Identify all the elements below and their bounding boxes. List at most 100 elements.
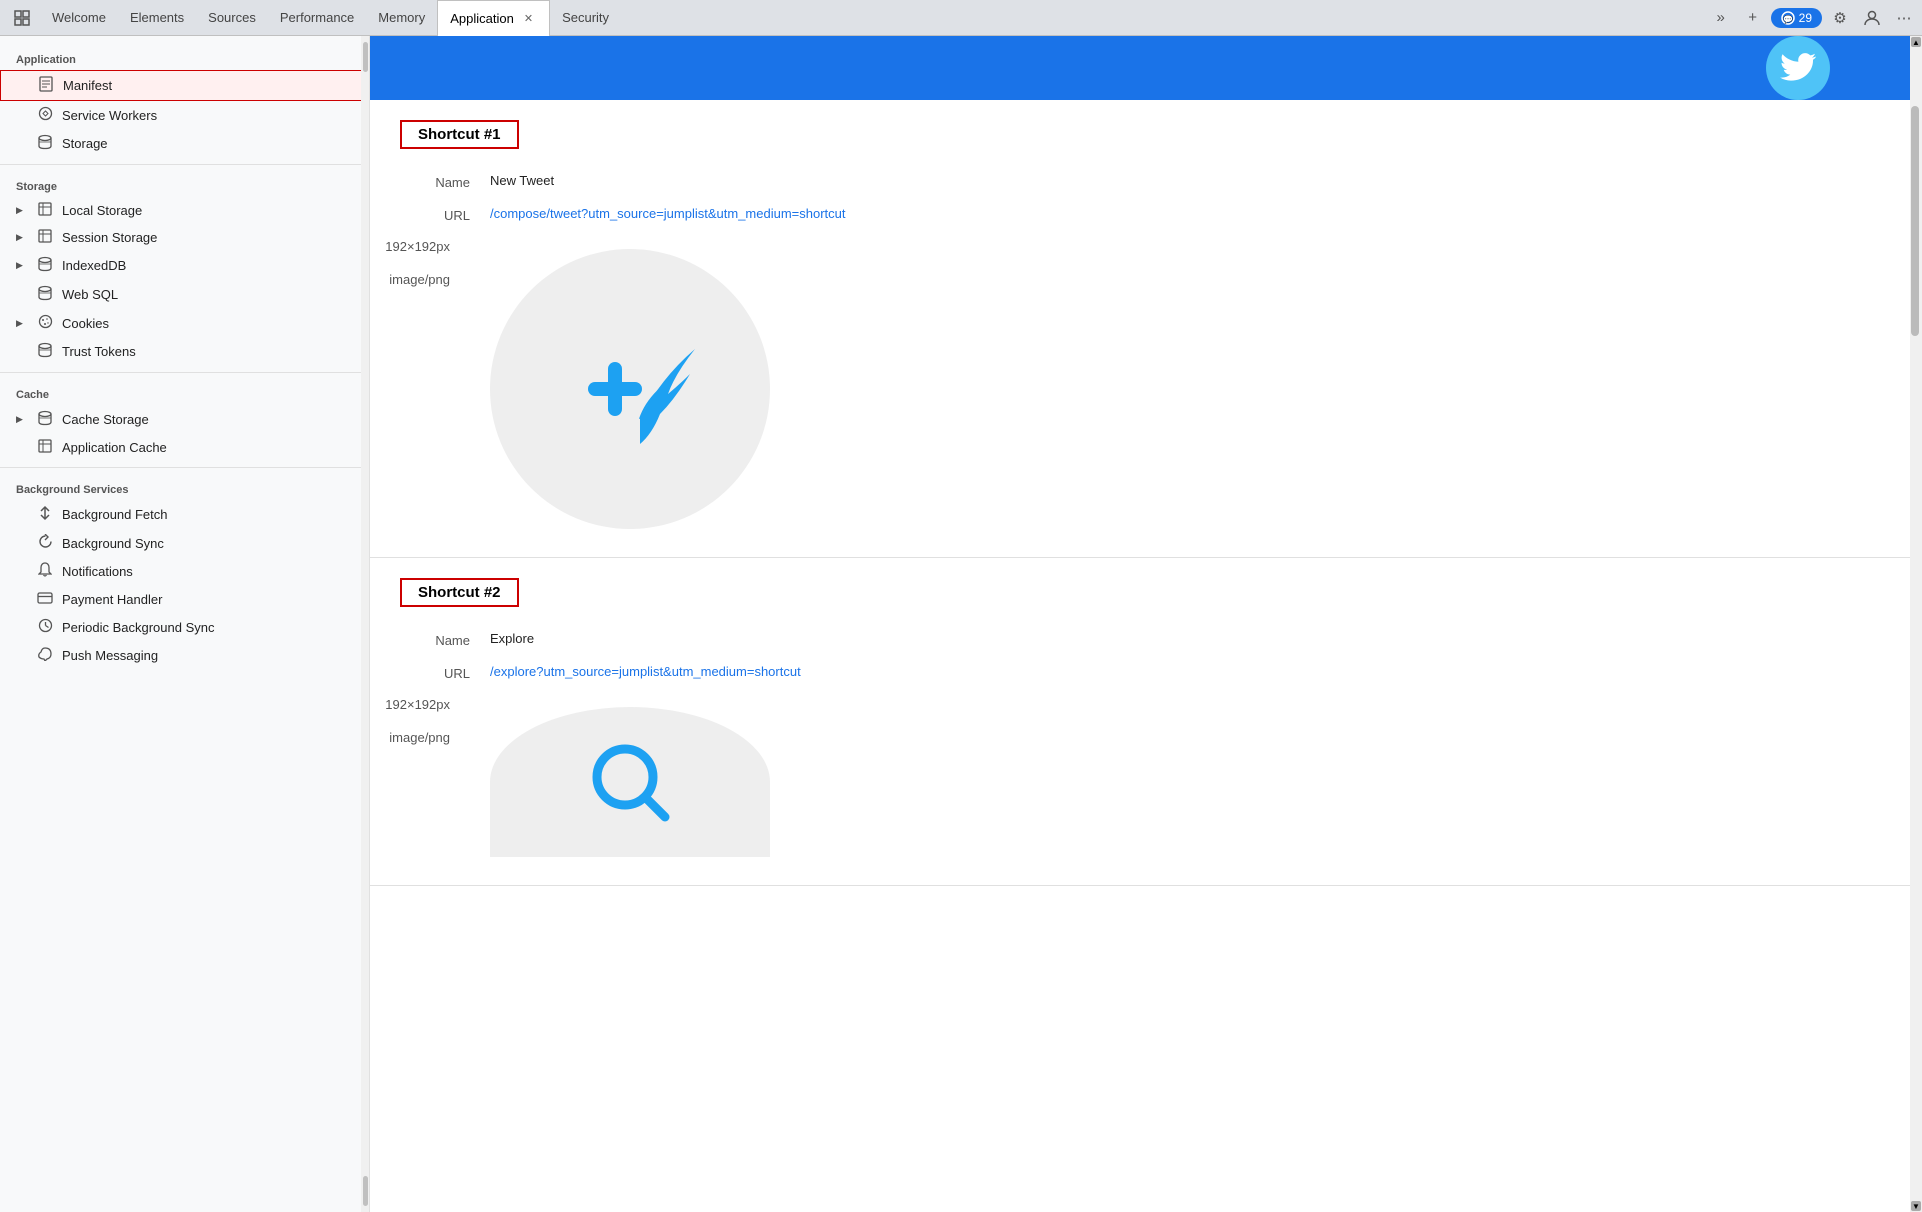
sidebar-item-application-cache[interactable]: Application Cache — [0, 434, 369, 461]
sidebar-item-payment-handler[interactable]: Payment Handler — [0, 586, 369, 613]
more-tabs-btn[interactable]: » — [1707, 4, 1735, 32]
storage-app-icon — [36, 134, 54, 153]
section-cache-label: Cache — [0, 379, 369, 405]
ss-label: Session Storage — [62, 230, 157, 245]
shortcut1-type-label: image/png — [380, 272, 470, 287]
tab-application[interactable]: Application ✕ — [437, 0, 550, 36]
tab-bar-right: » + 💬 29 ⚙ ⋯ — [1707, 4, 1918, 32]
sidebar-item-cache-storage[interactable]: ▶ Cache Storage — [0, 405, 369, 434]
sidebar-item-web-sql[interactable]: Web SQL — [0, 280, 369, 309]
sidebar: Application Manifest Service Workers — [0, 36, 370, 1212]
issues-badge-btn[interactable]: 💬 29 — [1771, 8, 1822, 28]
explore-icon — [580, 732, 680, 832]
cs-icon — [36, 410, 54, 429]
tab-application-label: Application — [450, 11, 514, 26]
devtools-icon-btn[interactable] — [4, 0, 40, 36]
shortcut2-url-label: URL — [400, 666, 490, 681]
sidebar-item-cookies[interactable]: ▶ Cookies — [0, 309, 369, 337]
more-tabs-icon: » — [1716, 9, 1724, 26]
shortcut1-url-label: URL — [400, 208, 490, 223]
sw-label: Service Workers — [62, 108, 157, 123]
profile-icon — [1863, 9, 1881, 27]
cookies-label: Cookies — [62, 316, 109, 331]
sidebar-item-background-sync[interactable]: Background Sync — [0, 529, 369, 557]
sidebar-scrollbar-thumb-down — [363, 1176, 368, 1206]
sidebar-item-trust-tokens[interactable]: Trust Tokens — [0, 337, 369, 366]
idb-icon — [36, 256, 54, 275]
section-storage-label: Storage — [0, 171, 369, 197]
sidebar-item-local-storage[interactable]: ▶ Local Storage — [0, 197, 369, 224]
shortcut2-header-text: Shortcut #2 — [418, 584, 501, 601]
shortcut2-url-link[interactable]: /explore?utm_source=jumplist&utm_medium=… — [490, 664, 801, 679]
ls-icon — [36, 202, 54, 219]
profile-btn[interactable] — [1858, 4, 1886, 32]
scroll-down-btn[interactable]: ▼ — [1911, 1201, 1921, 1211]
sidebar-item-periodic-background-sync[interactable]: Periodic Background Sync — [0, 613, 369, 641]
tab-welcome[interactable]: Welcome — [40, 0, 118, 36]
tab-sources-label: Sources — [208, 10, 256, 25]
wsql-icon — [36, 285, 54, 304]
shortcut1-url-row: URL /compose/tweet?utm_source=jumplist&u… — [400, 206, 1880, 223]
tab-sources[interactable]: Sources — [196, 0, 268, 36]
sw-icon — [36, 106, 54, 124]
issues-count: 29 — [1799, 11, 1812, 25]
shortcut1-header-text: Shortcut #1 — [418, 126, 501, 143]
top-banner — [370, 36, 1910, 100]
settings-btn[interactable]: ⚙ — [1826, 4, 1854, 32]
section-bg-label: Background Services — [0, 474, 369, 500]
shortcut1-image-preview — [490, 249, 770, 529]
tabs-list: Welcome Elements Sources Performance Mem… — [40, 0, 1707, 36]
sidebar-item-service-workers[interactable]: Service Workers — [0, 101, 369, 129]
tab-application-close[interactable]: ✕ — [520, 10, 537, 27]
shortcut1-name-label: Name — [400, 175, 490, 190]
scroll-track — [1910, 48, 1922, 1200]
content-area[interactable]: Shortcut #1 Name New Tweet URL /compose/… — [370, 36, 1910, 1212]
tab-memory-label: Memory — [378, 10, 425, 25]
bf-icon — [36, 505, 54, 524]
storage-app-label: Storage — [62, 136, 108, 151]
sidebar-item-notifications[interactable]: Notifications — [0, 557, 369, 586]
shortcut2-type-label: image/png — [380, 730, 470, 745]
notif-icon — [36, 562, 54, 581]
ss-icon — [36, 229, 54, 246]
scroll-up-btn[interactable]: ▲ — [1911, 37, 1921, 47]
ls-label: Local Storage — [62, 203, 142, 218]
sidebar-scroll[interactable]: Application Manifest Service Workers — [0, 36, 369, 1212]
sidebar-item-session-storage[interactable]: ▶ Session Storage — [0, 224, 369, 251]
twitter-bird-icon — [1780, 53, 1816, 83]
bsync-icon — [36, 534, 54, 552]
sidebar-item-background-fetch[interactable]: Background Fetch — [0, 500, 369, 529]
tt-label: Trust Tokens — [62, 344, 136, 359]
sidebar-item-storage-app[interactable]: Storage — [0, 129, 369, 158]
sidebar-scrollbar-thumb-up — [363, 42, 368, 72]
shortcut2-name-value: Explore — [490, 631, 534, 646]
manifest-label: Manifest — [63, 78, 112, 93]
more-options-btn[interactable]: ⋯ — [1890, 4, 1918, 32]
shortcut1-image-row: 192×192px image/png — [400, 239, 1880, 529]
tab-welcome-label: Welcome — [52, 10, 106, 25]
cs-label: Cache Storage — [62, 412, 149, 427]
sidebar-item-push-messaging[interactable]: Push Messaging — [0, 641, 369, 669]
shortcut1-name-value: New Tweet — [490, 173, 554, 188]
tab-memory[interactable]: Memory — [366, 0, 437, 36]
tab-elements[interactable]: Elements — [118, 0, 196, 36]
shortcut1-name-row: Name New Tweet — [400, 173, 1880, 190]
sidebar-item-indexeddb[interactable]: ▶ IndexedDB — [0, 251, 369, 280]
sidebar-item-manifest[interactable]: Manifest — [0, 70, 369, 101]
manifest-icon — [37, 76, 55, 95]
content-scrollbar[interactable]: ▲ ▼ — [1910, 36, 1922, 1212]
shortcut1-url-link[interactable]: /compose/tweet?utm_source=jumplist&utm_m… — [490, 206, 846, 221]
new-tab-btn[interactable]: + — [1739, 4, 1767, 32]
shortcut1-section: Shortcut #1 Name New Tweet URL /compose/… — [370, 100, 1910, 558]
tab-security[interactable]: Security — [550, 0, 621, 36]
scroll-thumb[interactable] — [1911, 106, 1919, 336]
devtools-icon — [13, 9, 31, 27]
bf-label: Background Fetch — [62, 507, 168, 522]
divider-1 — [0, 164, 369, 165]
tab-performance[interactable]: Performance — [268, 0, 366, 36]
idb-label: IndexedDB — [62, 258, 126, 273]
divider-3 — [0, 467, 369, 468]
shortcut2-name-label: Name — [400, 633, 490, 648]
sidebar-scrollbar[interactable] — [361, 36, 369, 1212]
ss-expand: ▶ — [16, 232, 28, 243]
